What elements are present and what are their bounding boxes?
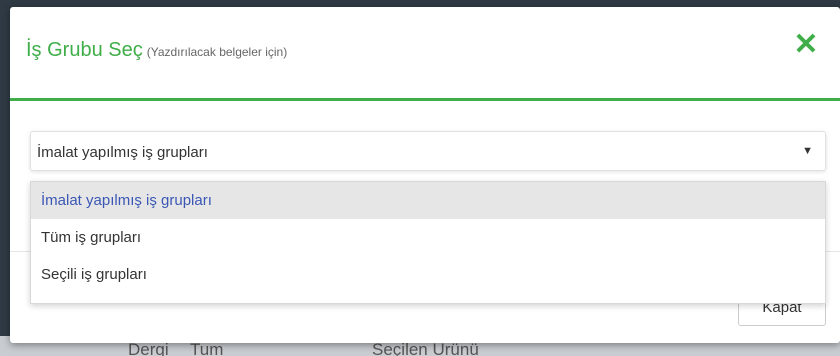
modal-subtitle: (Yazdırılacak belgeler için) [146, 45, 288, 59]
dropdown-option[interactable]: İmalat yapılmış iş grupları [31, 182, 825, 219]
modal-header: İş Grubu Seç (Yazdırılacak belgeler için)… [10, 7, 840, 101]
caret-down-icon: ▼ [802, 145, 813, 157]
select-value: İmalat yapılmış iş grupları [37, 144, 208, 161]
modal-title: İş Grubu Seç (Yazdırılacak belgeler için) [26, 39, 287, 62]
dropdown-option[interactable]: Tüm iş grupları [31, 219, 825, 256]
dropdown-option[interactable]: Seçili iş grupları [31, 256, 825, 293]
work-group-select[interactable]: İmalat yapılmış iş grupları ▼ [30, 131, 826, 171]
close-x-icon[interactable]: ✕ [790, 29, 822, 61]
modal-title-text: İş Grubu Seç [26, 39, 143, 61]
select-dropdown: İmalat yapılmış iş grupları Tüm iş grupl… [30, 181, 826, 304]
